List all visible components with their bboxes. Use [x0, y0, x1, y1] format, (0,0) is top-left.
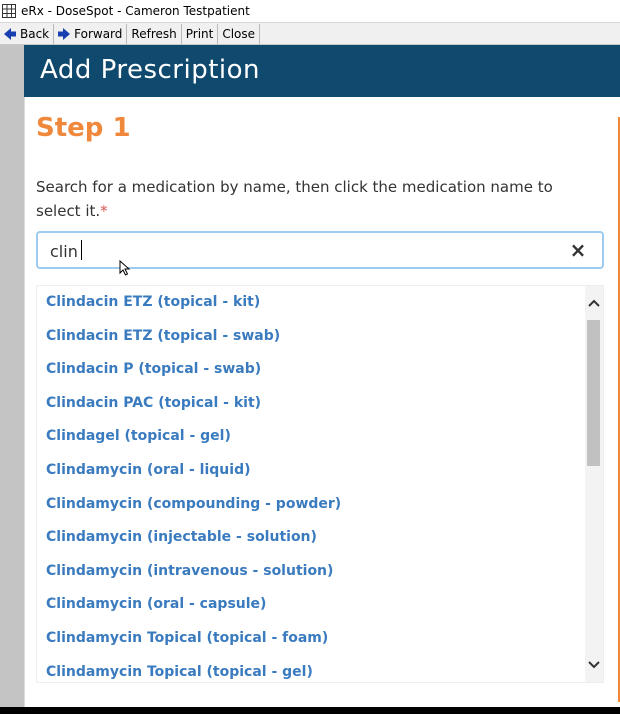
- clear-search-button[interactable]: ×: [568, 239, 588, 261]
- window-title-bar: eRx - DoseSpot - Cameron Testpatient: [0, 0, 620, 22]
- medication-result-item[interactable]: Clindamycin (compounding - powder): [37, 488, 585, 522]
- window-bottom-edge: [0, 707, 620, 714]
- left-frame-strip: [0, 45, 24, 714]
- forward-button[interactable]: Forward: [54, 23, 128, 44]
- medication-result-item[interactable]: Clindacin PAC (topical - kit): [37, 387, 585, 421]
- medication-result-item[interactable]: Clindacin P (topical - swab): [37, 353, 585, 387]
- forward-arrow-icon: [58, 27, 71, 40]
- refresh-button[interactable]: Refresh: [127, 23, 182, 44]
- medication-search-input[interactable]: [50, 240, 530, 262]
- close-label: Close: [222, 26, 256, 41]
- scroll-down-button[interactable]: [585, 656, 603, 674]
- step-title: Step 1: [36, 113, 131, 143]
- dialog-header: Add Prescription: [24, 45, 620, 97]
- forward-label: Forward: [74, 26, 123, 41]
- text-caret: [81, 240, 82, 260]
- medication-result-item[interactable]: Clindamycin (oral - liquid): [37, 454, 585, 488]
- browser-toolbar: Back Forward Refresh Print Close: [0, 22, 620, 45]
- print-label: Print: [185, 26, 214, 41]
- back-button[interactable]: Back: [0, 23, 55, 44]
- medication-results-list: Clindacin ETZ (topical - kit) Clindacin E…: [36, 285, 604, 683]
- window-title: eRx - DoseSpot - Cameron Testpatient: [21, 4, 250, 18]
- scroll-up-button[interactable]: [585, 294, 603, 312]
- results-scrollbar[interactable]: [585, 286, 603, 682]
- print-button[interactable]: Print: [182, 23, 219, 44]
- instruction-text: Search for a medication by name, then cl…: [36, 178, 553, 220]
- refresh-label: Refresh: [131, 26, 177, 41]
- app-grid-icon: [2, 4, 16, 18]
- close-icon: ×: [569, 238, 587, 262]
- medication-result-item[interactable]: Clindamycin (intravenous - solution): [37, 555, 585, 589]
- medication-result-item[interactable]: Clindamycin (oral - capsule): [37, 588, 585, 622]
- prescription-panel: Step 1 Search for a medication by name, …: [24, 97, 620, 707]
- mouse-text-cursor-icon: [119, 260, 131, 276]
- medication-result-item[interactable]: Clindamycin (injectable - solution): [37, 521, 585, 555]
- medication-result-item[interactable]: Clindacin ETZ (topical - swab): [37, 320, 585, 354]
- back-label: Back: [20, 26, 50, 41]
- back-arrow-icon: [4, 27, 16, 40]
- medication-result-item[interactable]: Clindagel (topical - gel): [37, 420, 585, 454]
- search-instruction: Search for a medication by name, then cl…: [36, 175, 596, 223]
- chevron-down-icon: [588, 661, 600, 669]
- medication-result-item[interactable]: Clindacin ETZ (topical - kit): [37, 286, 585, 320]
- medication-result-item[interactable]: Clindamycin Topical (topical - gel): [37, 656, 585, 682]
- medication-result-item[interactable]: Clindamycin Topical (topical - foam): [37, 622, 585, 656]
- results-container: Clindacin ETZ (topical - kit) Clindacin E…: [37, 286, 585, 682]
- scroll-thumb[interactable]: [587, 320, 600, 466]
- close-button[interactable]: Close: [218, 23, 261, 44]
- dialog-title: Add Prescription: [40, 55, 260, 85]
- required-marker: *: [100, 202, 108, 220]
- chevron-up-icon: [588, 299, 600, 307]
